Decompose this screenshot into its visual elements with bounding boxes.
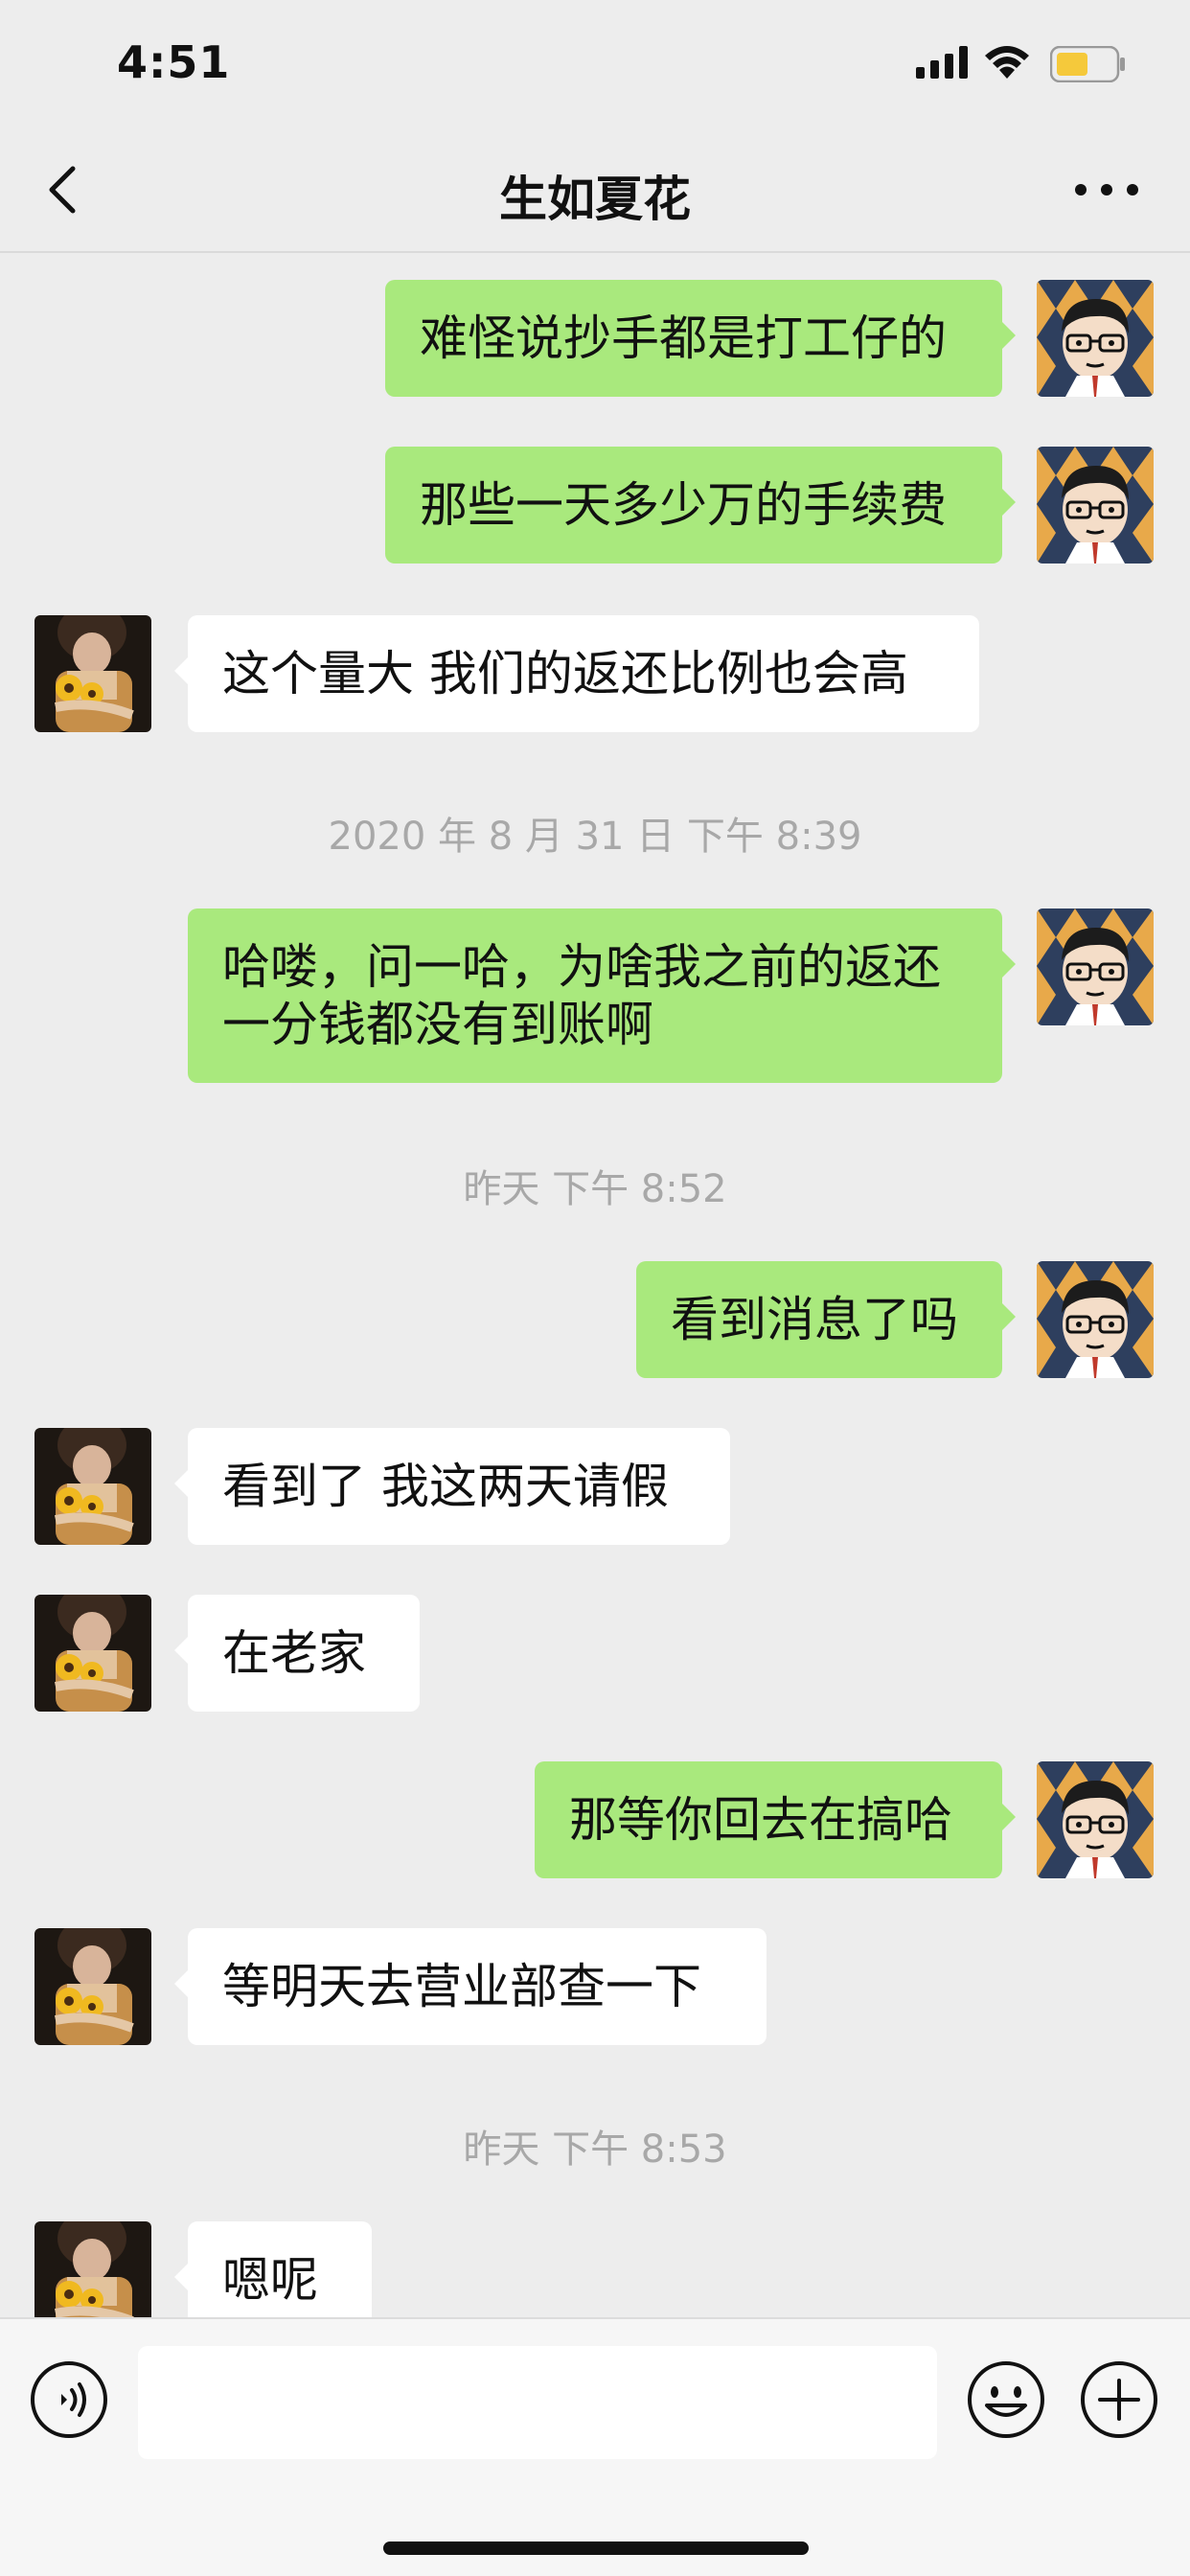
cellular-signal-icon [916, 46, 968, 79]
wifi-icon [985, 46, 1029, 79]
message-list[interactable]: 难怪说抄手都是打工仔的 那些一天多少万的手续费 这个量大 我们的返还比例也会高 … [0, 255, 1190, 2317]
timestamp: 昨天 下午 8:52 [463, 1167, 727, 1211]
contact-avatar[interactable] [34, 1428, 151, 1545]
home-indicator [383, 2542, 809, 2555]
status-time: 4:51 [117, 36, 231, 88]
my-avatar[interactable] [1037, 1261, 1154, 1378]
contact-avatar[interactable] [34, 1595, 151, 1712]
message-bubble[interactable]: 那些一天多少万的手续费 [385, 447, 1016, 564]
contact-avatar[interactable] [34, 1928, 151, 2045]
message-bubble[interactable]: 哈喽，问一哈，为啥我之前的返还一分钱都没有到账啊 [188, 908, 1016, 1083]
message-bubble[interactable]: 难怪说抄手都是打工仔的 [385, 280, 1016, 397]
contact-avatar[interactable] [34, 615, 151, 732]
message-bubble[interactable]: 等明天去营业部查一下 [174, 1928, 767, 2045]
my-avatar[interactable] [1037, 1761, 1154, 1878]
my-avatar[interactable] [1037, 280, 1154, 397]
message-bubble[interactable]: 在老家 [174, 1595, 420, 1712]
timestamp: 2020 年 8 月 31 日 下午 8:39 [328, 815, 862, 859]
timestamp: 昨天 下午 8:53 [463, 2128, 727, 2172]
voice-icon[interactable] [29, 2359, 109, 2440]
chat-title: 生如夏花 [499, 172, 691, 227]
message-bubble[interactable]: 那等你回去在搞哈 [535, 1761, 1016, 1878]
my-avatar[interactable] [1037, 447, 1154, 564]
more-dots-icon[interactable] [1073, 176, 1140, 203]
plus-circle-icon[interactable] [1079, 2359, 1159, 2440]
message-input[interactable] [138, 2346, 937, 2459]
contact-avatar[interactable] [34, 2221, 151, 2317]
nav-bar: 生如夏花 [0, 126, 1190, 253]
emoji-icon[interactable] [966, 2359, 1046, 2440]
my-avatar[interactable] [1037, 908, 1154, 1025]
message-bubble[interactable]: 这个量大 我们的返还比例也会高 [174, 615, 979, 732]
input-bar [0, 2317, 1190, 2576]
status-bar: 4:51 [0, 0, 1190, 126]
battery-icon [1050, 46, 1125, 82]
message-bubble[interactable]: 看到消息了吗 [636, 1261, 1016, 1378]
message-bubble[interactable]: 嗯呢 [174, 2221, 372, 2317]
message-bubble[interactable]: 看到了 我这两天请假 [174, 1428, 730, 1545]
